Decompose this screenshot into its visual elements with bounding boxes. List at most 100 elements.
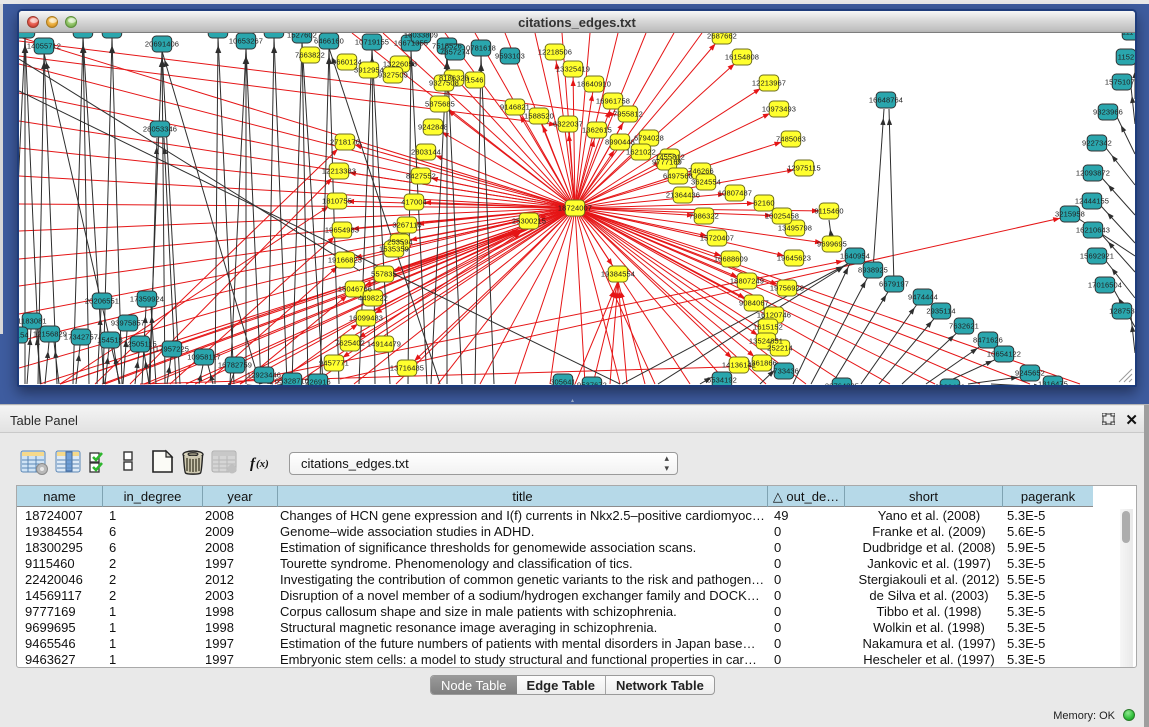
svg-text:14055712: 14055712 — [27, 42, 61, 51]
svg-text:(x): (x) — [256, 458, 269, 470]
svg-text:1810755: 1810755 — [322, 197, 352, 206]
svg-text:17957225: 17957225 — [155, 345, 189, 354]
svg-text:17342757: 17342757 — [64, 333, 98, 342]
svg-text:1621022: 1621022 — [626, 148, 656, 157]
svg-text:2718176: 2718176 — [330, 138, 360, 147]
svg-text:9227342: 9227342 — [1082, 139, 1112, 148]
svg-text:043321: 043321 — [19, 33, 38, 35]
svg-text:0781618: 0781618 — [466, 44, 496, 53]
svg-text:16154808: 16154808 — [725, 53, 759, 62]
svg-text:32764835: 32764835 — [825, 382, 859, 386]
svg-text:7485063: 7485063 — [776, 135, 806, 144]
svg-text:7986322: 7986322 — [689, 212, 719, 221]
svg-text:2803144: 2803144 — [411, 148, 441, 157]
svg-text:1316475: 1316475 — [1038, 380, 1068, 386]
svg-text:65328710: 65328710 — [275, 377, 309, 386]
svg-text:62160: 62160 — [753, 199, 774, 208]
svg-text:12975115: 12975115 — [787, 164, 821, 173]
svg-text:9115460: 9115460 — [814, 207, 843, 216]
svg-text:10688609: 10688609 — [714, 255, 748, 264]
svg-text:1546: 1546 — [466, 76, 483, 85]
svg-text:9777169: 9777169 — [652, 158, 682, 167]
svg-text:9593103: 9593103 — [495, 52, 525, 61]
svg-text:11172: 11172 — [1122, 33, 1135, 37]
svg-text:20691406: 20691406 — [145, 40, 179, 49]
svg-text:6466160: 6466160 — [314, 37, 344, 46]
svg-text:1152: 1152 — [1118, 53, 1135, 62]
svg-text:10025458: 10025458 — [765, 212, 799, 221]
svg-text:12444155: 12444155 — [1075, 197, 1109, 206]
svg-text:10653267: 10653267 — [229, 37, 263, 46]
svg-text:9242848: 9242848 — [418, 123, 448, 132]
svg-text:90838637: 90838637 — [95, 33, 129, 35]
svg-text:128753: 128753 — [1109, 307, 1135, 316]
svg-text:17359924: 17359924 — [130, 295, 164, 304]
svg-text:1640954: 1640954 — [840, 252, 870, 261]
svg-text:12505115: 12505115 — [123, 340, 157, 349]
svg-text:2687662: 2687662 — [707, 33, 737, 41]
svg-text:6497568: 6497568 — [663, 172, 693, 181]
svg-text:4498222: 4498222 — [358, 294, 388, 303]
svg-text:12093872: 12093872 — [1076, 169, 1110, 178]
svg-text:1183081: 1183081 — [19, 317, 47, 326]
svg-text:226916: 226916 — [305, 378, 331, 386]
svg-text:305641: 305641 — [550, 378, 576, 386]
svg-text:18807249: 18807249 — [730, 277, 764, 286]
svg-text:16648764: 16648764 — [869, 96, 903, 105]
svg-text:3624554: 3624554 — [691, 178, 721, 187]
svg-text:18724007: 18724007 — [558, 204, 592, 213]
svg-text:10807487: 10807487 — [718, 189, 752, 198]
svg-text:10958117: 10958117 — [187, 353, 221, 362]
svg-text:8990448: 8990448 — [605, 138, 635, 147]
svg-text:9323966: 9323966 — [1093, 108, 1123, 117]
svg-text:93975857: 93975857 — [111, 319, 145, 328]
svg-text:16210643: 16210643 — [1076, 226, 1110, 235]
svg-text:1588520: 1588520 — [524, 112, 554, 121]
svg-text:25300215: 25300215 — [512, 217, 546, 226]
svg-text:13495798: 13495798 — [778, 224, 812, 233]
svg-text:2388496: 2388496 — [935, 383, 965, 386]
svg-text:15751074: 15751074 — [1105, 78, 1135, 87]
svg-text:19645623: 19645623 — [777, 254, 811, 263]
svg-text:15692921: 15692921 — [1080, 252, 1114, 261]
svg-text:9146821: 9146821 — [500, 103, 530, 112]
svg-text:9699695: 9699695 — [817, 240, 847, 249]
svg-text:10973493: 10973493 — [762, 105, 796, 114]
svg-text:19384554: 19384554 — [601, 270, 635, 279]
svg-text:557835: 557835 — [371, 270, 397, 279]
svg-text:16120746: 16120746 — [757, 311, 791, 320]
svg-text:8471626: 8471626 — [973, 336, 1003, 345]
svg-text:13716485: 13716485 — [390, 364, 424, 373]
svg-text:12213383: 12213383 — [322, 167, 356, 176]
svg-text:18640910: 18640910 — [577, 80, 611, 89]
svg-text:40265423: 40265423 — [201, 33, 235, 35]
svg-text:16782759: 16782759 — [218, 361, 252, 370]
svg-text:5534192: 5534192 — [707, 376, 737, 385]
svg-text:19166823: 19166823 — [328, 256, 362, 265]
svg-text:16961758: 16961758 — [596, 97, 630, 106]
svg-text:39154: 39154 — [19, 331, 29, 340]
svg-text:7357274: 7357274 — [440, 48, 470, 57]
svg-text:5875685: 5875685 — [425, 100, 455, 109]
svg-text:6679197: 6679197 — [879, 280, 909, 289]
svg-text:19756928: 19756928 — [770, 284, 804, 293]
svg-text:15720407: 15720407 — [700, 234, 734, 243]
svg-text:252214: 252214 — [767, 344, 793, 353]
svg-text:17016504: 17016504 — [1088, 281, 1122, 290]
svg-text:16099483: 16099483 — [349, 314, 383, 323]
svg-text:7632621: 7632621 — [949, 322, 979, 331]
svg-text:12218506: 12218506 — [538, 48, 572, 57]
svg-text:12213967: 12213967 — [752, 79, 786, 88]
svg-text:9245652: 9245652 — [1015, 369, 1045, 378]
svg-text:1362615: 1362615 — [582, 126, 612, 135]
svg-text:7625402: 7625402 — [335, 339, 365, 348]
svg-text:19654983: 19654983 — [325, 226, 359, 235]
svg-text:21364436: 21364436 — [666, 191, 700, 200]
svg-text:3215958: 3215958 — [1055, 210, 1085, 219]
svg-text:16671355: 16671355 — [394, 39, 428, 48]
svg-text:1733436: 1733436 — [769, 367, 799, 376]
svg-text:9474444: 9474444 — [908, 293, 938, 302]
svg-text:154515: 154515 — [97, 336, 123, 345]
svg-text:6322037: 6322037 — [553, 120, 583, 129]
svg-text:1527602: 1527602 — [287, 33, 317, 40]
